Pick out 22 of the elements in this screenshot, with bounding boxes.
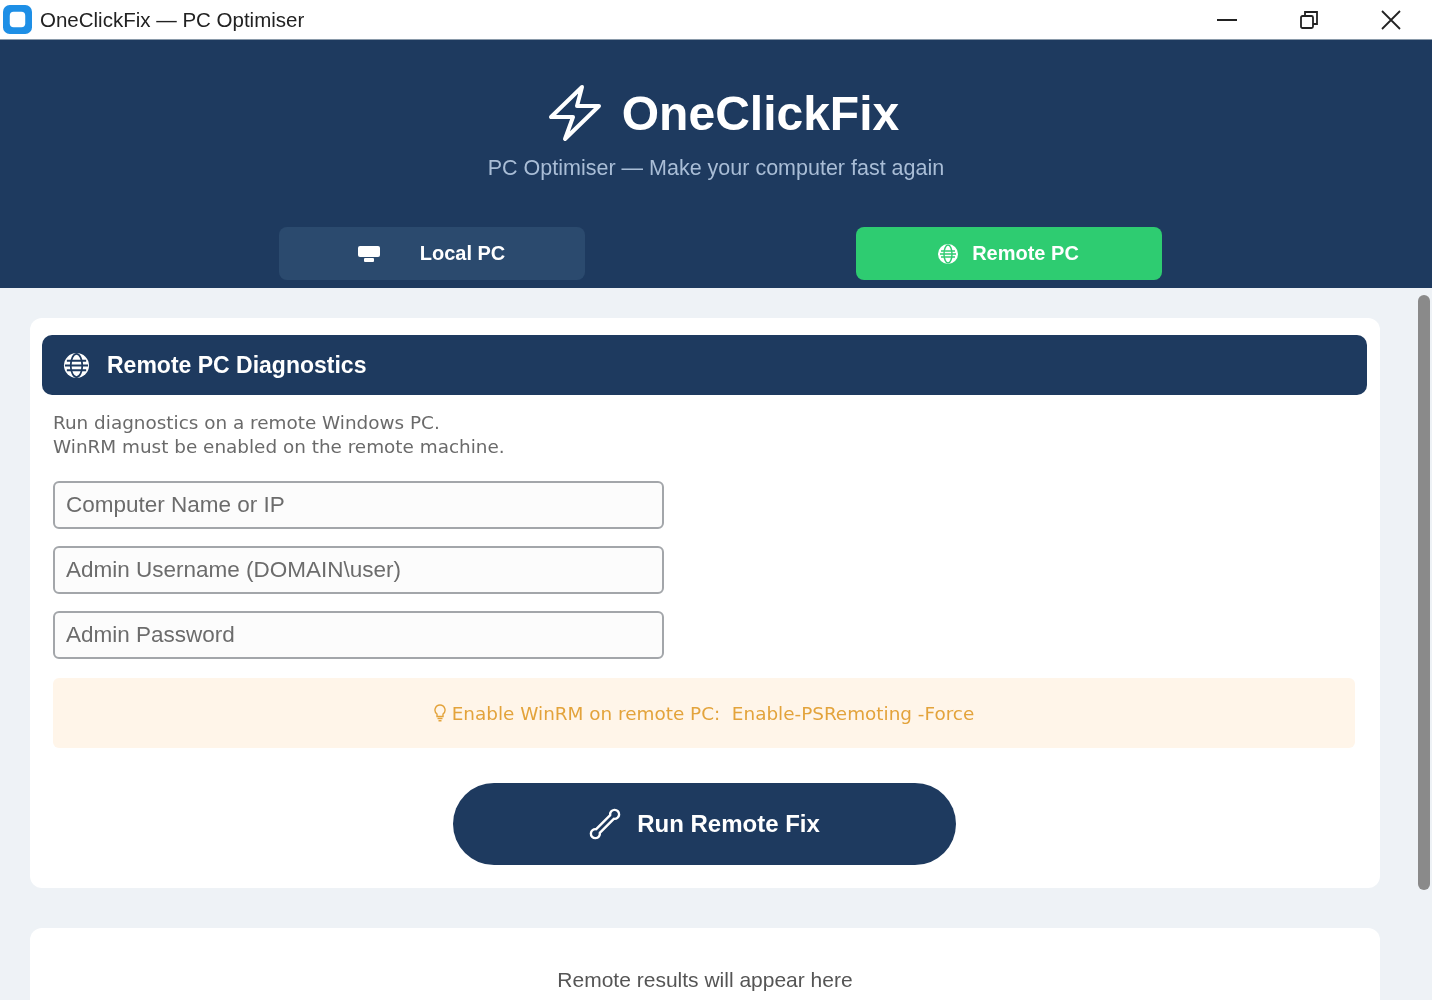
- run-remote-fix-button[interactable]: Run Remote Fix: [453, 783, 956, 865]
- scrollbar-thumb[interactable]: [1418, 295, 1430, 890]
- globe-icon: [938, 243, 959, 264]
- restore-icon: [1300, 10, 1318, 29]
- card-title: Remote PC Diagnostics: [107, 351, 367, 379]
- input-field[interactable]: Admin Username (DOMAIN\user): [53, 546, 664, 594]
- window-title: OneClickFix — PC Optimiser: [40, 7, 305, 32]
- close-icon: [1381, 9, 1401, 30]
- tagline: PC Optimiser — Make your computer fast again: [487, 156, 945, 180]
- wrench-icon: [589, 808, 622, 840]
- tip-text: Enable WinRM on remote PC: Enable-PSRemoting -Force: [451, 702, 975, 724]
- monitor-icon: [357, 245, 380, 262]
- lightbulb-icon: [433, 704, 446, 722]
- results-placeholder-text: Remote results will appear here: [557, 968, 853, 992]
- mode-tab[interactable]: Local PC: [278, 227, 585, 280]
- globe-icon: [63, 351, 90, 379]
- minimize-icon: [1217, 18, 1237, 21]
- input-field[interactable]: Admin Password: [53, 611, 664, 659]
- app-name: OneClickFix: [621, 85, 900, 141]
- app-icon: [3, 5, 32, 34]
- description-text: Run diagnostics on a remote Windows PC. WinRM must be enabled on the remote machine.: [53, 411, 505, 459]
- input-field[interactable]: Computer Name or IP: [53, 481, 664, 529]
